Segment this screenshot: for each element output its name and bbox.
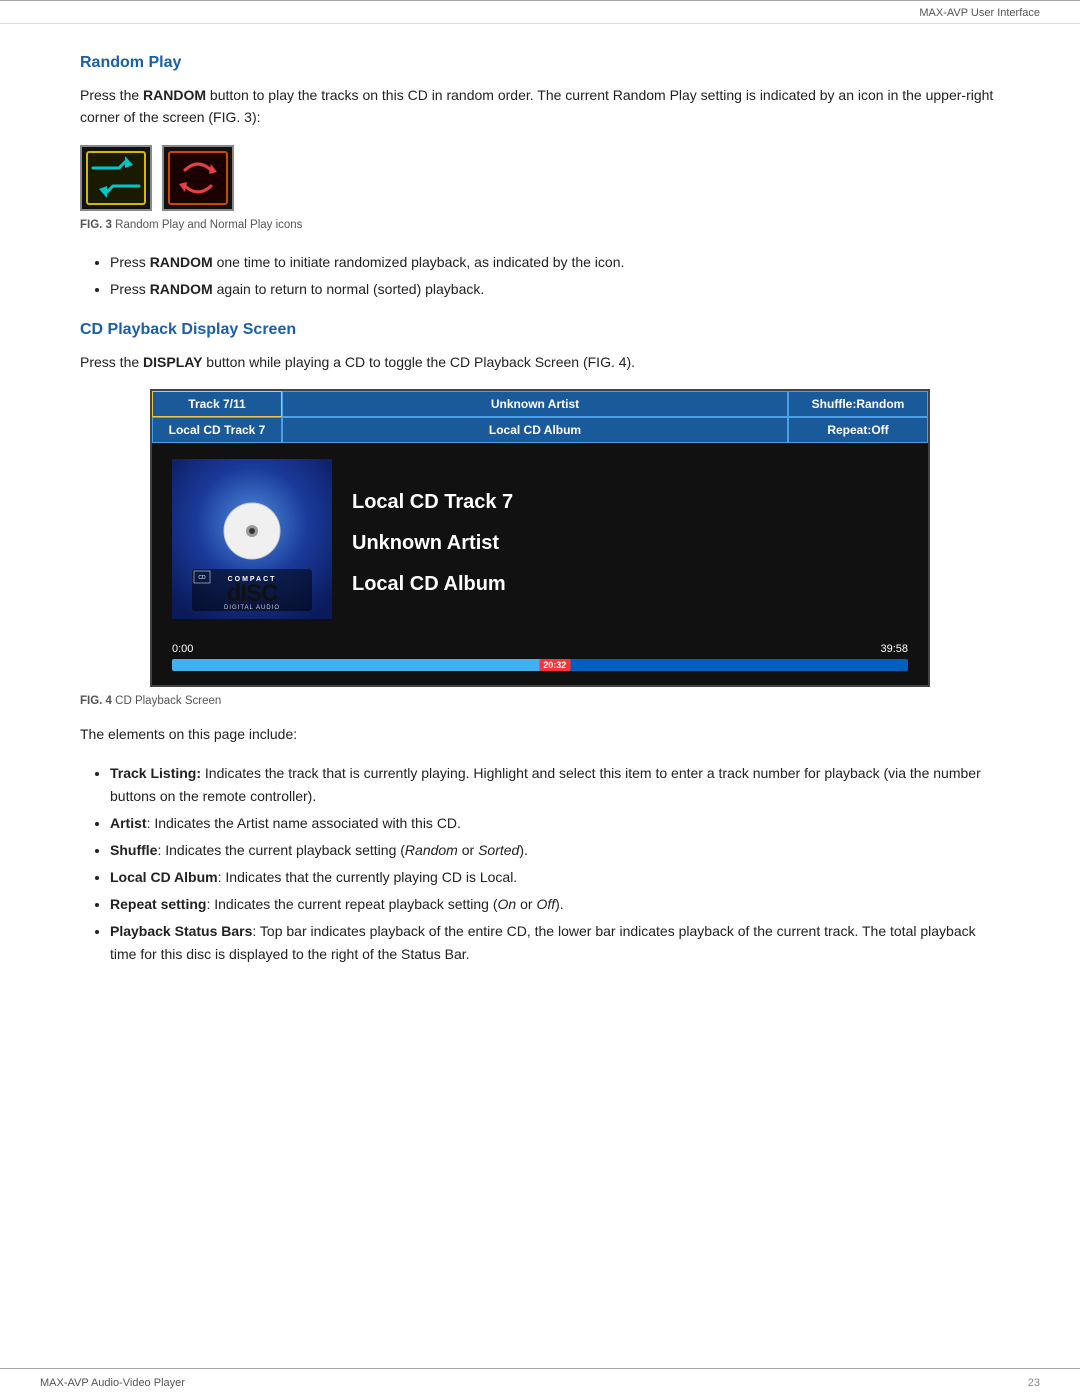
local-album-button[interactable]: Local CD Album: [282, 417, 788, 443]
elements-bullets: Track Listing: Indicates the track that …: [110, 762, 1000, 967]
shuffle-button[interactable]: Shuffle:Random: [788, 391, 928, 417]
normal-icon-svg: [165, 148, 231, 208]
pb-time-row: 0:00 39:58: [172, 643, 908, 655]
cd-playback-body: Press the DISPLAY button while playing a…: [80, 351, 1000, 373]
album-art: COMPACT dISC DIGITAL AUDIO CD: [172, 459, 332, 619]
footer: MAX-AVP Audio-Video Player 23: [0, 1368, 1080, 1397]
cd-playback-title: CD Playback Display Screen: [80, 321, 1000, 339]
bullet-random-1: Press RANDOM one time to initiate random…: [110, 251, 1000, 274]
bullet-shuffle: Shuffle: Indicates the current playback …: [110, 839, 1000, 862]
artist-button[interactable]: Unknown Artist: [282, 391, 788, 417]
random-play-body: Press the RANDOM button to play the trac…: [80, 84, 1000, 129]
progress-bar[interactable]: 20:32: [172, 659, 908, 671]
pb-main-area: COMPACT dISC DIGITAL AUDIO CD Local CD T…: [152, 443, 928, 643]
fig4-caption: FIG. 4 CD Playback Screen: [80, 695, 1000, 707]
bullet-track: Track Listing: Indicates the track that …: [110, 762, 1000, 808]
bullet-local-album: Local CD Album: Indicates that the curre…: [110, 866, 1000, 889]
random-icon-svg: [83, 148, 149, 208]
page-header: MAX-AVP User Interface: [0, 1, 1080, 24]
repeat-button[interactable]: Repeat:Off: [788, 417, 928, 443]
pb-album-name: Local CD Album: [352, 573, 513, 596]
local-track-button[interactable]: Local CD Track 7: [152, 417, 282, 443]
random-play-icon: [80, 145, 152, 211]
svg-text:CD: CD: [198, 575, 206, 581]
track-button[interactable]: Track 7/11: [152, 391, 282, 417]
time-end: 39:58: [880, 643, 908, 655]
svg-text:DIGITAL AUDIO: DIGITAL AUDIO: [224, 605, 280, 611]
pb-info: Local CD Track 7 Unknown Artist Local CD…: [352, 459, 513, 627]
random-play-title: Random Play: [80, 54, 1000, 72]
pb-artist-name: Unknown Artist: [352, 532, 513, 555]
normal-play-icon: [162, 145, 234, 211]
time-start: 0:00: [172, 643, 193, 655]
bullet-artist: Artist: Indicates the Artist name associ…: [110, 812, 1000, 835]
pb-track-name: Local CD Track 7: [352, 491, 513, 514]
bullet-random-2: Press RANDOM again to return to normal (…: [110, 278, 1000, 301]
footer-right: 23: [1028, 1377, 1040, 1389]
elements-intro: The elements on this page include:: [80, 723, 1000, 745]
random-play-bullets: Press RANDOM one time to initiate random…: [110, 251, 1000, 301]
header-title: MAX-AVP User Interface: [919, 7, 1040, 19]
pb-top-row: Track 7/11 Unknown Artist Shuffle:Random: [152, 391, 928, 417]
footer-left: MAX-AVP Audio-Video Player: [40, 1377, 185, 1389]
progress-marker: 20:32: [539, 659, 570, 671]
progress-fill: [172, 659, 555, 671]
bullet-status-bars: Playback Status Bars: Top bar indicates …: [110, 920, 1000, 966]
pb-second-row: Local CD Track 7 Local CD Album Repeat:O…: [152, 417, 928, 443]
pb-progress-area: 0:00 39:58 20:32: [152, 643, 928, 685]
playback-screen: Track 7/11 Unknown Artist Shuffle:Random…: [150, 389, 930, 687]
play-icons-row: [80, 145, 1000, 211]
album-art-svg: COMPACT dISC DIGITAL AUDIO CD: [172, 459, 332, 619]
fig3-caption: FIG. 3 Random Play and Normal Play icons: [80, 219, 1000, 231]
bullet-repeat: Repeat setting: Indicates the current re…: [110, 893, 1000, 916]
main-content: Random Play Press the RANDOM button to p…: [0, 24, 1080, 1047]
svg-text:dISC: dISC: [227, 580, 278, 607]
